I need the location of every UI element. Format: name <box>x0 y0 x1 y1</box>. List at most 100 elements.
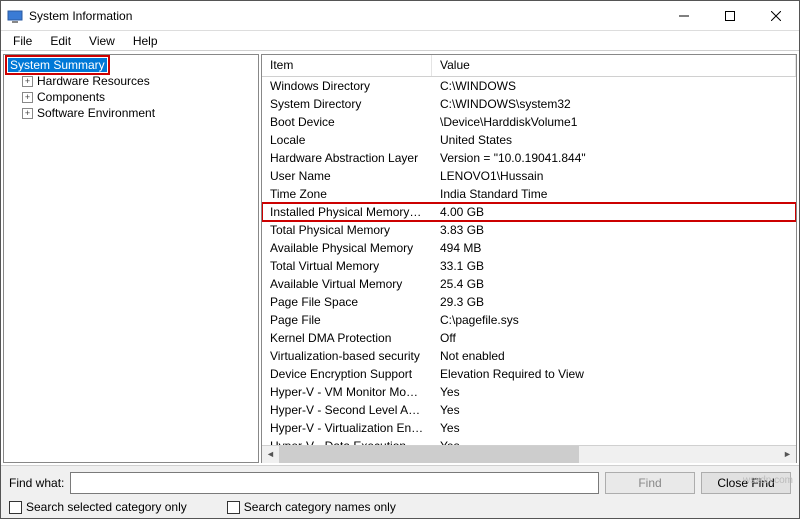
column-header-value[interactable]: Value <box>432 55 796 76</box>
item-cell: Hyper-V - Data Execution Prote... <box>262 438 432 445</box>
list-row[interactable]: Kernel DMA ProtectionOff <box>262 329 796 347</box>
menu-help[interactable]: Help <box>125 32 166 50</box>
list-row[interactable]: Total Physical Memory3.83 GB <box>262 221 796 239</box>
item-cell: System Directory <box>262 96 432 112</box>
value-cell: \Device\HarddiskVolume1 <box>432 114 796 130</box>
list-row[interactable]: Available Virtual Memory25.4 GB <box>262 275 796 293</box>
tree-label: System Summary <box>8 58 107 72</box>
item-cell: Boot Device <box>262 114 432 130</box>
list-row[interactable]: Hyper-V - Virtualization Enable...Yes <box>262 419 796 437</box>
window-controls <box>661 1 799 30</box>
close-button[interactable] <box>753 1 799 31</box>
menu-view[interactable]: View <box>81 32 123 50</box>
tree-node-hardware-resources[interactable]: + Hardware Resources <box>4 73 258 89</box>
list-row[interactable]: Available Physical Memory494 MB <box>262 239 796 257</box>
item-cell: Time Zone <box>262 186 432 202</box>
horizontal-scrollbar[interactable]: ◄ ► <box>262 445 796 462</box>
item-cell: Windows Directory <box>262 78 432 94</box>
tree-label: Software Environment <box>37 106 155 120</box>
tree-node-software-environment[interactable]: + Software Environment <box>4 105 258 121</box>
titlebar[interactable]: System Information <box>1 1 799 31</box>
scroll-left-icon[interactable]: ◄ <box>262 446 279 463</box>
search-footer: Find what: Find Close Find Search select… <box>1 465 799 518</box>
content-area: System Summary + Hardware Resources + Co… <box>1 51 799 465</box>
list-row[interactable]: System DirectoryC:\WINDOWS\system32 <box>262 95 796 113</box>
list-row[interactable]: Page File Space29.3 GB <box>262 293 796 311</box>
expand-icon[interactable]: + <box>22 108 33 119</box>
category-tree[interactable]: System Summary + Hardware Resources + Co… <box>3 54 259 463</box>
value-cell: Yes <box>432 438 796 445</box>
list-row[interactable]: Windows DirectoryC:\WINDOWS <box>262 77 796 95</box>
scroll-thumb[interactable] <box>279 446 579 463</box>
list-row[interactable]: User NameLENOVO1\Hussain <box>262 167 796 185</box>
list-row[interactable]: Hyper-V - Data Execution Prote...Yes <box>262 437 796 445</box>
item-cell: Page File Space <box>262 294 432 310</box>
list-row[interactable]: Total Virtual Memory33.1 GB <box>262 257 796 275</box>
value-cell: United States <box>432 132 796 148</box>
item-cell: User Name <box>262 168 432 184</box>
value-cell: Off <box>432 330 796 346</box>
item-cell: Virtualization-based security <box>262 348 432 364</box>
scroll-right-icon[interactable]: ► <box>779 446 796 463</box>
item-cell: Locale <box>262 132 432 148</box>
item-cell: Installed Physical Memory (RAM) <box>262 204 432 220</box>
item-cell: Hyper-V - Second Level Addres... <box>262 402 432 418</box>
expand-icon[interactable]: + <box>22 76 33 87</box>
list-row[interactable]: Hyper-V - VM Monitor Mode E...Yes <box>262 383 796 401</box>
maximize-button[interactable] <box>707 1 753 31</box>
value-cell: 33.1 GB <box>432 258 796 274</box>
list-row[interactable]: Page FileC:\pagefile.sys <box>262 311 796 329</box>
list-row[interactable]: Hardware Abstraction LayerVersion = "10.… <box>262 149 796 167</box>
expand-icon[interactable]: + <box>22 92 33 103</box>
list-row[interactable]: LocaleUnited States <box>262 131 796 149</box>
list-header[interactable]: Item Value <box>262 55 796 77</box>
value-cell: 4.00 GB <box>432 204 796 220</box>
checkbox-label: Search category names only <box>244 500 396 514</box>
menu-edit[interactable]: Edit <box>42 32 79 50</box>
checkbox-icon <box>227 501 240 514</box>
close-find-button[interactable]: Close Find <box>701 472 791 494</box>
item-cell: Hardware Abstraction Layer <box>262 150 432 166</box>
list-row[interactable]: Virtualization-based securityNot enabled <box>262 347 796 365</box>
details-list: Item Value Windows DirectoryC:\WINDOWSSy… <box>261 54 797 463</box>
menu-file[interactable]: File <box>5 32 40 50</box>
item-cell: Available Physical Memory <box>262 240 432 256</box>
list-body[interactable]: Windows DirectoryC:\WINDOWSSystem Direct… <box>262 77 796 445</box>
list-row[interactable]: Hyper-V - Second Level Addres...Yes <box>262 401 796 419</box>
minimize-button[interactable] <box>661 1 707 31</box>
item-cell: Hyper-V - Virtualization Enable... <box>262 420 432 436</box>
checkbox-search-category-names[interactable]: Search category names only <box>227 500 396 514</box>
find-input[interactable] <box>70 472 599 494</box>
item-cell: Page File <box>262 312 432 328</box>
checkbox-icon <box>9 501 22 514</box>
value-cell: Version = "10.0.19041.844" <box>432 150 796 166</box>
tree-node-system-summary[interactable]: System Summary <box>4 57 258 73</box>
value-cell: India Standard Time <box>432 186 796 202</box>
tree-label: Hardware Resources <box>37 74 150 88</box>
list-row[interactable]: Device Encryption SupportElevation Requi… <box>262 365 796 383</box>
checkbox-label: Search selected category only <box>26 500 187 514</box>
tree-label: Components <box>37 90 105 104</box>
find-button[interactable]: Find <box>605 472 695 494</box>
item-cell: Kernel DMA Protection <box>262 330 432 346</box>
value-cell: Yes <box>432 402 796 418</box>
item-cell: Device Encryption Support <box>262 366 432 382</box>
value-cell: C:\pagefile.sys <box>432 312 796 328</box>
tree-node-components[interactable]: + Components <box>4 89 258 105</box>
find-what-label: Find what: <box>9 476 64 490</box>
system-information-window: System Information File Edit View Help S… <box>0 0 800 519</box>
column-header-item[interactable]: Item <box>262 55 432 76</box>
value-cell: LENOVO1\Hussain <box>432 168 796 184</box>
scroll-track[interactable] <box>279 446 779 463</box>
list-row[interactable]: Boot Device\Device\HarddiskVolume1 <box>262 113 796 131</box>
app-icon <box>7 8 23 24</box>
window-title: System Information <box>29 9 661 23</box>
menubar: File Edit View Help <box>1 31 799 51</box>
item-cell: Hyper-V - VM Monitor Mode E... <box>262 384 432 400</box>
value-cell: Elevation Required to View <box>432 366 796 382</box>
list-row[interactable]: Installed Physical Memory (RAM)4.00 GB <box>262 203 796 221</box>
value-cell: 25.4 GB <box>432 276 796 292</box>
list-row[interactable]: Time ZoneIndia Standard Time <box>262 185 796 203</box>
checkbox-search-selected-category[interactable]: Search selected category only <box>9 500 187 514</box>
item-cell: Available Virtual Memory <box>262 276 432 292</box>
